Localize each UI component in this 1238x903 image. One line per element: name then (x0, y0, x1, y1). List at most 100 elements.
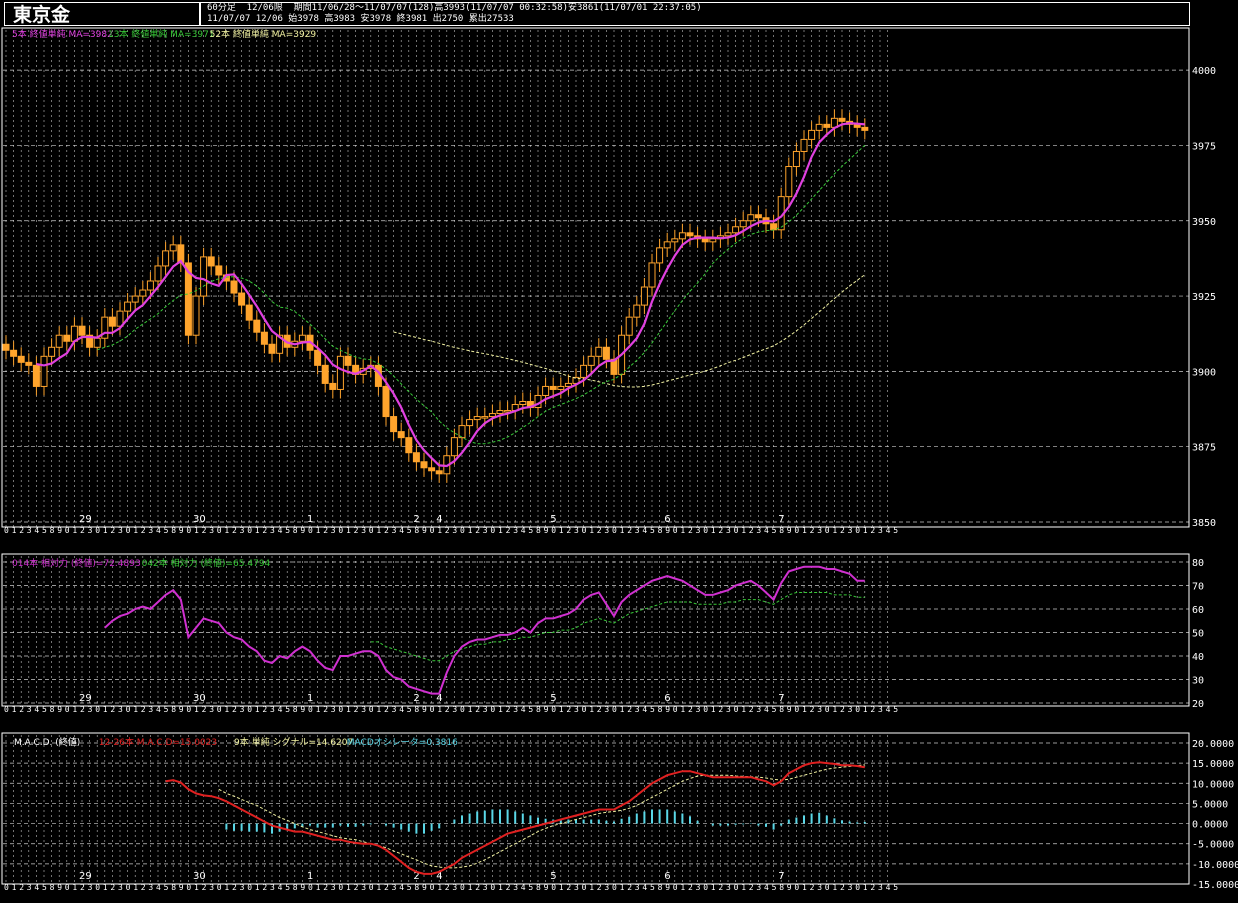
x-hour-tick: 5 (407, 705, 412, 714)
x-hour-tick: 3 (817, 705, 822, 714)
candle-body (542, 385, 550, 396)
x-hour-tick: 9 (787, 705, 792, 714)
x-day-label: 29 (79, 693, 92, 704)
legend-entry: 042本 相対力 (終値)=65.4794 (142, 557, 271, 569)
panel-frame (1, 732, 1190, 885)
x-hour-tick: 9 (787, 883, 792, 892)
candle-body (298, 334, 306, 342)
x-hour-tick: 0 (186, 526, 191, 535)
candle-body (473, 416, 481, 421)
x-hour-tick: 1 (133, 526, 138, 535)
candle-body (200, 256, 208, 297)
candle-body (321, 364, 329, 384)
x-hour-tick: 9 (300, 883, 305, 892)
candle-body (625, 316, 633, 336)
x-hour-tick: 8 (658, 526, 663, 535)
x-hour-tick: 1 (680, 883, 685, 892)
x-hour-tick: 8 (414, 705, 419, 714)
candle-body (823, 123, 831, 128)
panel-frame (1, 27, 1190, 528)
x-hour-tick: 9 (300, 705, 305, 714)
candle-body (519, 401, 527, 406)
x-hour-tick: 3 (756, 526, 761, 535)
x-hour-tick: 3 (574, 705, 579, 714)
x-hour-tick: 5 (893, 526, 898, 535)
x-hour-tick: 4 (521, 526, 526, 535)
x-hour-tick: 3 (756, 883, 761, 892)
x-hour-tick: 2 (475, 705, 480, 714)
x-hour-tick: 9 (422, 526, 427, 535)
x-hour-tick: 0 (855, 705, 860, 714)
x-hour-tick: 3 (361, 526, 366, 535)
x-hour-tick: 9 (179, 526, 184, 535)
y-tick-label: 4000 (1192, 66, 1216, 77)
candle-body (314, 349, 322, 366)
x-hour-tick: 2 (445, 526, 450, 535)
x-hour-tick: 4 (764, 526, 769, 535)
x-hour-tick: 5 (164, 705, 169, 714)
x-hour-tick: 0 (582, 705, 587, 714)
candle-body (701, 238, 709, 243)
x-hour-tick: 4 (399, 526, 404, 535)
candle-body (770, 223, 778, 231)
x-hour-tick: 0 (4, 526, 9, 535)
x-hour-tick: 3 (209, 705, 214, 714)
x-hour-tick: 1 (711, 526, 716, 535)
x-day-label: 30 (193, 693, 206, 704)
candle-body (557, 385, 565, 390)
x-hour-tick: 3 (817, 526, 822, 535)
x-hour-tick: 1 (741, 526, 746, 535)
x-hour-tick: 1 (741, 883, 746, 892)
x-hour-tick: 4 (642, 883, 647, 892)
x-hour-tick: 2 (597, 526, 602, 535)
y-tick-label: 3925 (1192, 292, 1216, 303)
x-hour-tick: 0 (369, 705, 374, 714)
x-hour-tick: 3 (331, 705, 336, 714)
x-hour-tick: 0 (734, 526, 739, 535)
x-hour-tick: 0 (551, 883, 556, 892)
x-hour-tick: 4 (34, 526, 39, 535)
x-hour-tick: 3 (696, 883, 701, 892)
x-hour-tick: 0 (430, 705, 435, 714)
x-day-label: 7 (778, 693, 784, 704)
x-hour-tick: 5 (285, 526, 290, 535)
x-hour-tick: 2 (141, 705, 146, 714)
x-hour-tick: 4 (156, 526, 161, 535)
x-hour-tick: 8 (50, 526, 55, 535)
x-hour-tick: 2 (566, 526, 571, 535)
candle-body (724, 232, 732, 237)
x-hour-tick: 0 (734, 705, 739, 714)
rsi14-line (104, 565, 865, 695)
x-hour-tick: 2 (384, 705, 389, 714)
x-hour-tick: 0 (551, 705, 556, 714)
candle-body (564, 382, 572, 387)
x-day-label: 2 (413, 514, 419, 525)
x-day-label: 4 (436, 514, 442, 525)
x-hour-tick: 0 (825, 705, 830, 714)
candle-body (124, 301, 132, 312)
x-hour-tick: 2 (810, 883, 815, 892)
x-hour-tick: 9 (57, 883, 62, 892)
x-hour-tick: 2 (566, 705, 571, 714)
x-hour-tick: 3 (209, 883, 214, 892)
x-hour-tick: 3 (604, 705, 609, 714)
x-hour-tick: 2 (232, 526, 237, 535)
x-hour-tick: 1 (376, 526, 381, 535)
x-hour-tick: 1 (12, 526, 17, 535)
x-hour-tick: 8 (414, 526, 419, 535)
x-hour-tick: 2 (870, 705, 875, 714)
x-hour-tick: 1 (711, 883, 716, 892)
x-hour-tick: 2 (232, 705, 237, 714)
x-hour-tick: 1 (832, 883, 837, 892)
x-hour-tick: 1 (802, 526, 807, 535)
x-day-label: 29 (79, 514, 92, 525)
x-hour-tick: 1 (346, 883, 351, 892)
x-hour-tick: 9 (665, 705, 670, 714)
x-hour-tick: 2 (141, 883, 146, 892)
x-hour-tick: 3 (878, 883, 883, 892)
x-hour-tick: 9 (665, 526, 670, 535)
x-hour-tick: 2 (688, 883, 693, 892)
y-tick-label: 3975 (1192, 141, 1216, 152)
x-hour-tick: 2 (232, 883, 237, 892)
x-hour-tick: 2 (323, 526, 328, 535)
